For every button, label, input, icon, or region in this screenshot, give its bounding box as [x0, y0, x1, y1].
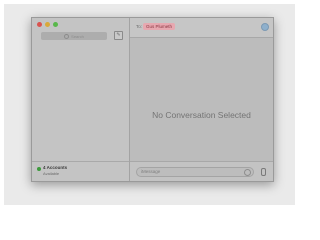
screenshot-background: Search ✎ 4 Accounts Available To: Gus Pl… [4, 4, 295, 205]
status-dot [37, 167, 41, 171]
search-field[interactable]: Search [41, 32, 107, 40]
availability-status[interactable]: Available [43, 171, 59, 176]
messages-window: Search ✎ 4 Accounts Available To: Gus Pl… [31, 17, 274, 182]
message-input[interactable]: iMessage [136, 167, 254, 177]
zoom-button[interactable] [53, 22, 58, 27]
empty-state-message: No Conversation Selected [152, 110, 251, 120]
window-controls [37, 22, 58, 27]
conversation-pane: To: Gus Plumeth No Conversation Selected… [130, 18, 273, 181]
recipient-bar: To: Gus Plumeth [130, 18, 273, 38]
sidebar-divider [32, 161, 129, 162]
sidebar: Search ✎ 4 Accounts Available [32, 18, 130, 181]
minimize-button[interactable] [45, 22, 50, 27]
message-placeholder: iMessage [141, 169, 161, 174]
search-placeholder: Search [71, 33, 84, 39]
close-button[interactable] [37, 22, 42, 27]
microphone-icon[interactable] [261, 168, 266, 176]
emoji-icon[interactable] [244, 169, 251, 176]
to-label: To: [136, 24, 143, 29]
search-icon [64, 33, 70, 39]
composer-bar: iMessage [130, 161, 273, 181]
recipient-chip[interactable]: Gus Plumeth [143, 23, 176, 30]
info-icon[interactable] [261, 23, 269, 31]
accounts-title: 4 Accounts [43, 165, 68, 170]
compose-icon[interactable]: ✎ [114, 31, 123, 40]
